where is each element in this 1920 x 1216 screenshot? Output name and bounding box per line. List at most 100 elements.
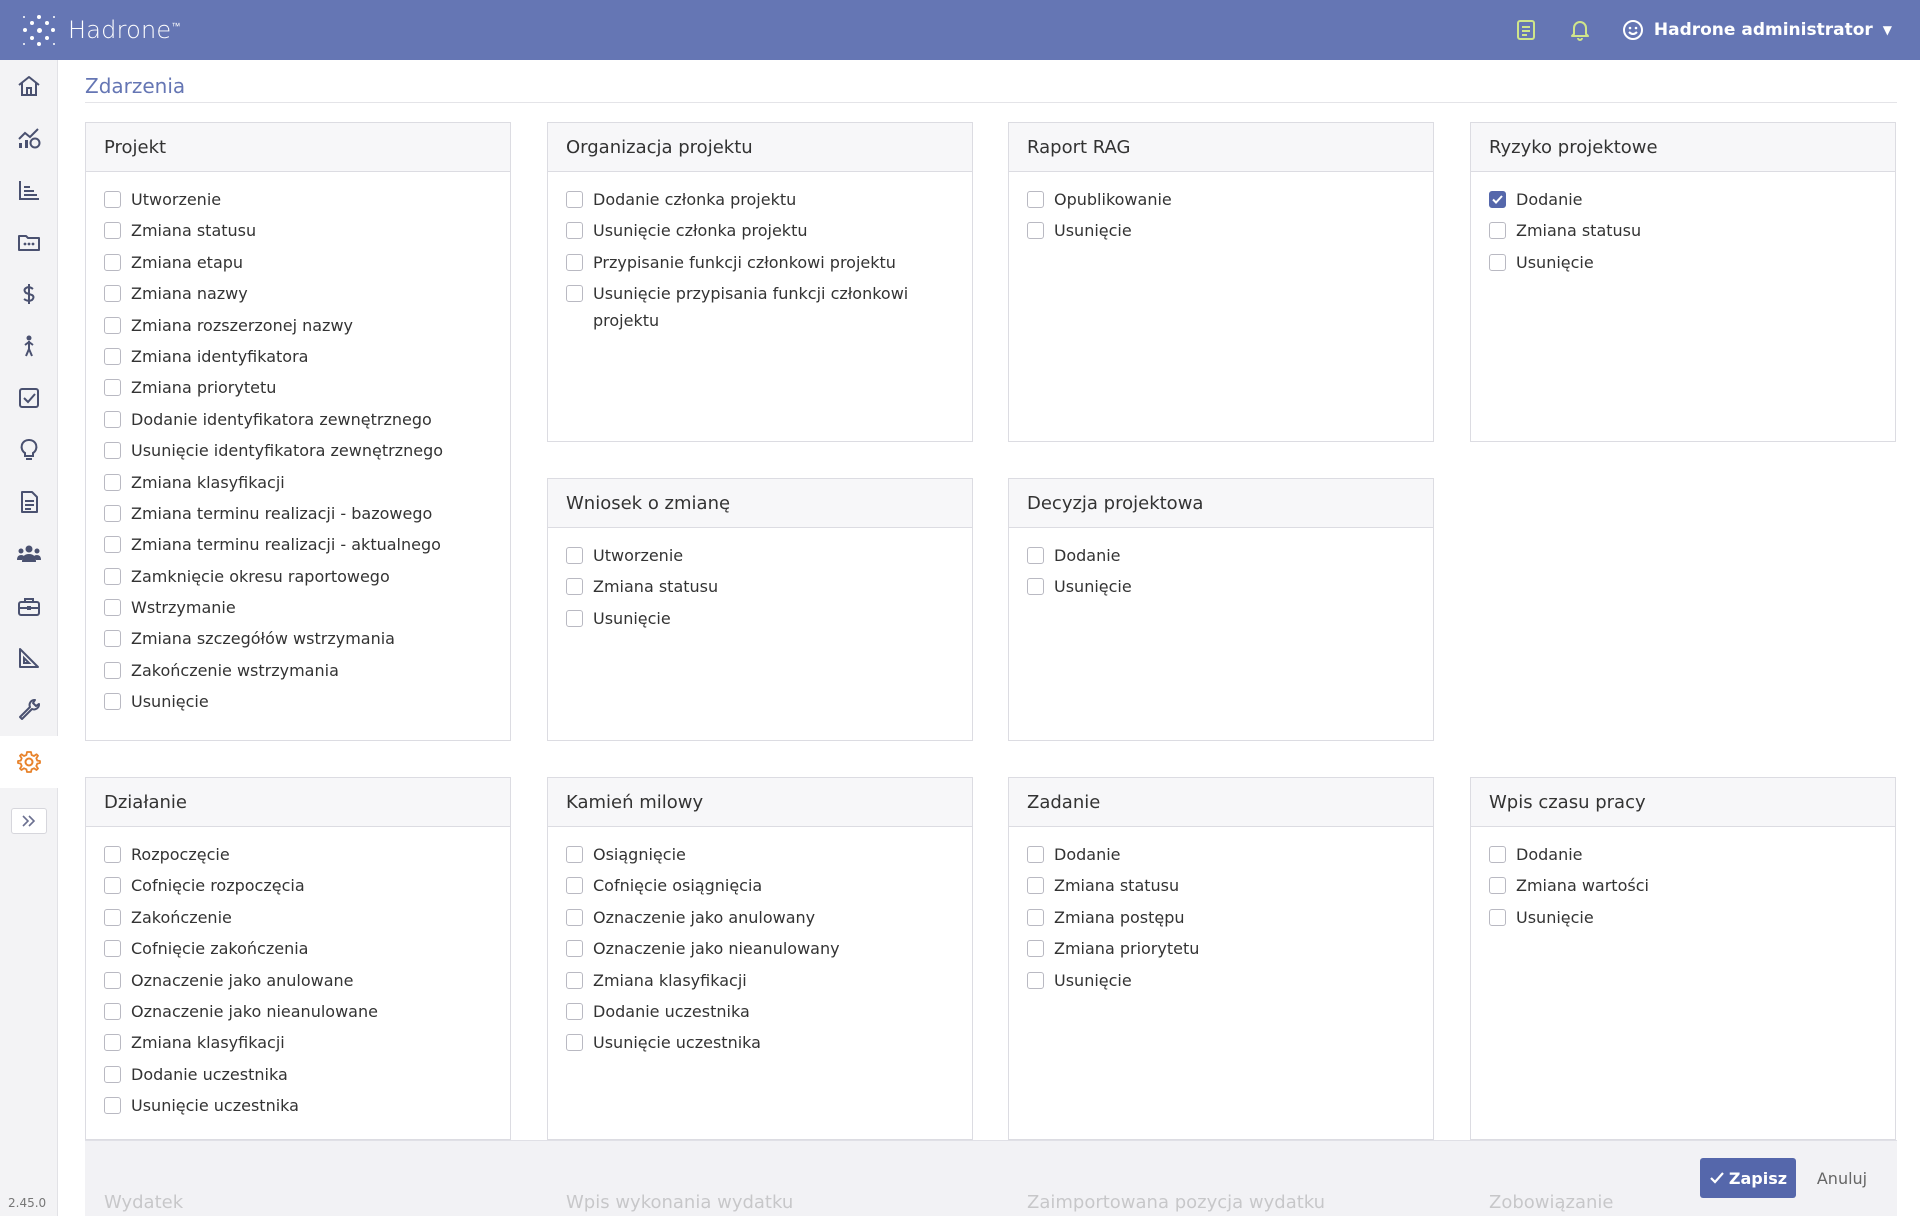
checkbox[interactable] (104, 971, 121, 989)
checkbox[interactable] (1027, 971, 1044, 989)
checkbox[interactable] (104, 1002, 121, 1020)
checkbox[interactable] (104, 222, 121, 240)
event-checkbox-row[interactable]: Usunięcie identyfikatora zewnętrznego (104, 437, 492, 464)
checkbox[interactable] (566, 1002, 583, 1020)
nav-tools[interactable] (0, 684, 58, 736)
event-checkbox-row[interactable]: Rozpoczęcie (104, 841, 492, 868)
checkbox[interactable] (1489, 253, 1506, 271)
checkbox[interactable] (104, 693, 121, 711)
event-checkbox-row[interactable]: Wstrzymanie (104, 594, 492, 621)
brand[interactable]: Hadrone™ (0, 0, 181, 60)
event-checkbox-row[interactable]: Utworzenie (104, 186, 492, 213)
event-checkbox-row[interactable]: Usunięcie (1027, 967, 1415, 994)
nav-analytics[interactable] (0, 112, 58, 164)
checkbox[interactable] (104, 877, 121, 895)
checkbox[interactable] (566, 253, 583, 271)
event-checkbox-row[interactable]: Usunięcie (1027, 573, 1415, 600)
event-checkbox-row[interactable]: Zmiana priorytetu (104, 374, 492, 401)
checkbox[interactable] (104, 504, 121, 522)
checkbox[interactable] (566, 846, 583, 863)
checkbox[interactable] (104, 567, 121, 585)
checkbox[interactable] (1027, 846, 1044, 863)
nav-resources[interactable] (0, 580, 58, 632)
checkbox[interactable] (566, 1034, 583, 1052)
event-checkbox-row[interactable]: Zakończenie (104, 904, 492, 931)
event-checkbox-row[interactable]: Oznaczenie jako nieanulowany (566, 935, 954, 962)
event-checkbox-row[interactable]: Cofnięcie rozpoczęcia (104, 872, 492, 899)
checkbox[interactable] (104, 1034, 121, 1052)
nav-documents[interactable] (0, 476, 58, 528)
event-checkbox-row[interactable]: Utworzenie (566, 542, 954, 569)
checkbox[interactable] (104, 347, 121, 365)
checkbox[interactable] (104, 908, 121, 926)
event-checkbox-row[interactable]: Oznaczenie jako anulowane (104, 967, 492, 994)
event-checkbox-row[interactable]: Dodanie uczestnika (104, 1061, 492, 1088)
event-checkbox-row[interactable]: Usunięcie przypisania funkcji członkowi … (566, 280, 954, 334)
nav-portfolio[interactable] (0, 216, 58, 268)
checkbox[interactable] (104, 473, 121, 491)
checkbox[interactable] (566, 908, 583, 926)
nav-settings[interactable] (0, 736, 58, 788)
checkbox[interactable] (1027, 191, 1044, 208)
checkbox[interactable] (104, 442, 121, 460)
checkbox[interactable] (1027, 940, 1044, 958)
checkbox[interactable] (566, 609, 583, 627)
checkbox[interactable] (1027, 222, 1044, 240)
checkbox[interactable] (104, 253, 121, 271)
checkbox[interactable] (104, 599, 121, 617)
checkbox[interactable] (566, 971, 583, 989)
checkbox[interactable] (104, 410, 121, 428)
event-checkbox-row[interactable]: Zamknięcie okresu raportowego (104, 563, 492, 590)
event-checkbox-row[interactable]: Opublikowanie (1027, 186, 1415, 213)
user-menu[interactable]: Hadrone administrator ▼ (1622, 19, 1892, 41)
checkbox[interactable] (104, 1065, 121, 1083)
checkbox[interactable] (104, 285, 121, 303)
event-checkbox-row[interactable]: Zmiana rozszerzonej nazwy (104, 312, 492, 339)
checkbox[interactable] (104, 536, 121, 554)
cancel-button[interactable]: Anuluj (1812, 1158, 1872, 1198)
checkbox[interactable] (1489, 846, 1506, 863)
event-checkbox-row[interactable]: Zmiana nazwy (104, 280, 492, 307)
event-checkbox-row[interactable]: Zmiana statusu (566, 573, 954, 600)
event-checkbox-row[interactable]: Zmiana klasyfikacji (566, 967, 954, 994)
event-checkbox-row[interactable]: Zmiana identyfikatora (104, 343, 492, 370)
checkbox[interactable] (566, 547, 583, 564)
nav-people[interactable] (0, 320, 58, 372)
event-checkbox-row[interactable]: Usunięcie (1489, 904, 1877, 931)
checkbox-checked[interactable] (1489, 191, 1506, 208)
event-checkbox-row[interactable]: Usunięcie (1489, 249, 1877, 276)
event-checkbox-row[interactable]: Dodanie (1489, 186, 1877, 213)
event-checkbox-row[interactable]: Dodanie identyfikatora zewnętrznego (104, 406, 492, 433)
event-checkbox-row[interactable]: Dodanie (1027, 542, 1415, 569)
notes-icon[interactable] (1514, 18, 1538, 42)
event-checkbox-row[interactable]: Oznaczenie jako nieanulowane (104, 998, 492, 1025)
checkbox[interactable] (1027, 908, 1044, 926)
checkbox[interactable] (1027, 547, 1044, 564)
checkbox[interactable] (104, 940, 121, 958)
event-checkbox-row[interactable]: Zmiana priorytetu (1027, 935, 1415, 962)
event-checkbox-row[interactable]: Zmiana statusu (1027, 872, 1415, 899)
event-checkbox-row[interactable]: Usunięcie uczestnika (104, 1092, 492, 1119)
event-checkbox-row[interactable]: Dodanie uczestnika (566, 998, 954, 1025)
checkbox[interactable] (566, 877, 583, 895)
nav-reports[interactable] (0, 632, 58, 684)
event-checkbox-row[interactable]: Usunięcie (104, 688, 492, 715)
event-checkbox-row[interactable]: Zmiana terminu realizacji - aktualnego (104, 531, 492, 558)
event-checkbox-row[interactable]: Cofnięcie zakończenia (104, 935, 492, 962)
event-checkbox-row[interactable]: Zmiana szczegółów wstrzymania (104, 625, 492, 652)
checkbox[interactable] (1489, 877, 1506, 895)
checkbox[interactable] (104, 1097, 121, 1115)
checkbox[interactable] (566, 578, 583, 596)
nav-home[interactable] (0, 60, 58, 112)
checkbox[interactable] (104, 316, 121, 334)
nav-tasks[interactable] (0, 372, 58, 424)
event-checkbox-row[interactable]: Zmiana klasyfikacji (104, 469, 492, 496)
nav-finance[interactable] (0, 268, 58, 320)
checkbox[interactable] (104, 379, 121, 397)
checkbox[interactable] (104, 630, 121, 648)
event-checkbox-row[interactable]: Oznaczenie jako anulowany (566, 904, 954, 931)
nav-ideas[interactable] (0, 424, 58, 476)
event-checkbox-row[interactable]: Zmiana postępu (1027, 904, 1415, 931)
checkbox[interactable] (104, 661, 121, 679)
event-checkbox-row[interactable]: Usunięcie członka projektu (566, 217, 954, 244)
